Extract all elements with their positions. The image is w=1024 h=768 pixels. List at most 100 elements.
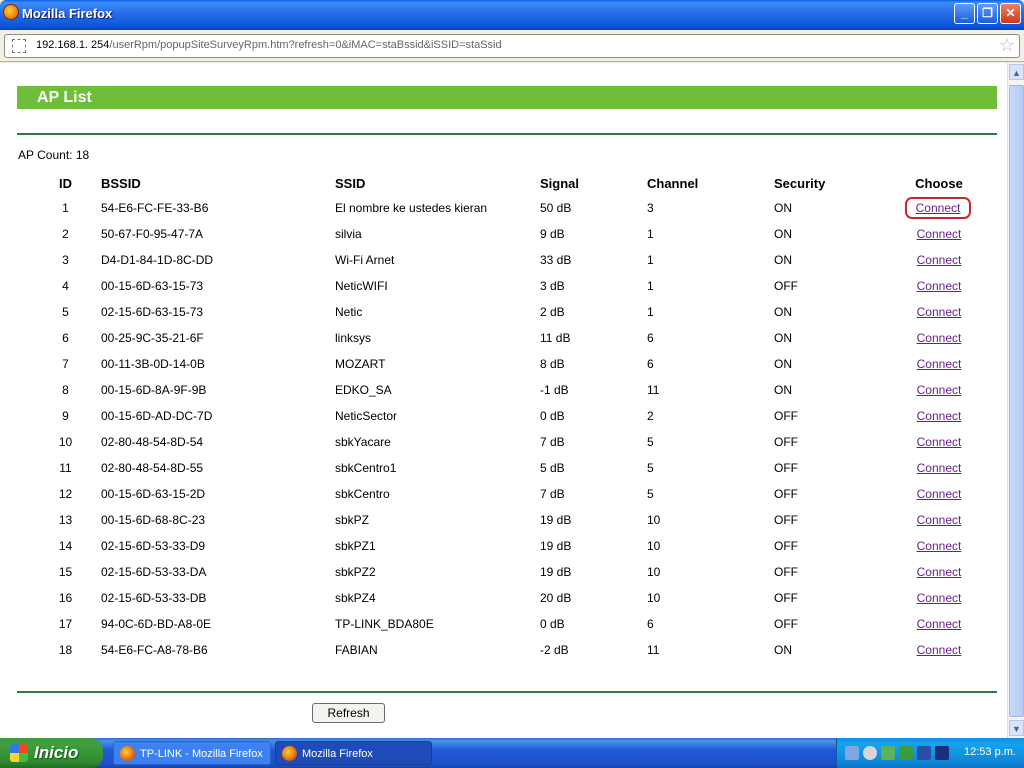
cell-bssid: 00-15-6D-63-15-2D <box>101 487 206 501</box>
cell-security: OFF <box>774 617 798 631</box>
system-tray: 12:53 p.m. <box>836 738 1024 768</box>
cell-id: 6 <box>62 331 69 345</box>
connect-link[interactable]: Connect <box>917 565 962 579</box>
cell-id: 5 <box>62 305 69 319</box>
table-row: 9 00-15-6D-AD-DC-7D NeticSector 0 dB 2 OFF Con… <box>30 403 984 429</box>
minimize-button[interactable]: _ <box>954 3 975 24</box>
table-row: 15 02-15-6D-53-33-DA sbkPZ2 19 dB 10 OFF Conne… <box>30 559 984 585</box>
network-icon[interactable] <box>845 746 859 760</box>
cell-id: 10 <box>58 435 73 449</box>
cell-choose: Connect <box>894 325 984 351</box>
antivirus-icon[interactable] <box>881 746 895 760</box>
cell-signal: 0 dB <box>540 617 565 631</box>
table-row: 8 00-15-6D-8A-9F-9B EDKO_SA -1 dB 11 ON Connec… <box>30 377 984 403</box>
connect-link[interactable]: Connect <box>917 279 962 293</box>
table-row: 4 00-15-6D-63-15-73 NeticWIFI 3 dB 1 OFF Conne… <box>30 273 984 299</box>
cell-signal: 3 dB <box>540 279 565 293</box>
firefox-icon <box>120 746 135 761</box>
connect-link[interactable]: Connect <box>917 409 962 423</box>
taskbar-item-firefox[interactable]: Mozilla Firefox <box>275 741 432 765</box>
connect-link[interactable]: Connect <box>917 487 962 501</box>
cell-security: ON <box>774 253 792 267</box>
cell-choose: Connect <box>894 403 984 429</box>
connect-link[interactable]: Connect <box>917 461 962 475</box>
connect-link[interactable]: Connect <box>917 643 962 657</box>
cell-id: 9 <box>62 409 69 423</box>
col-channel: Channel <box>647 175 699 191</box>
cell-ssid: Wi-Fi Arnet <box>335 253 395 267</box>
cell-signal: 19 dB <box>540 565 572 579</box>
col-security: Security <box>774 175 826 191</box>
cell-bssid: 00-15-6D-63-15-73 <box>101 279 204 293</box>
cell-ssid: sbkYacare <box>335 435 391 449</box>
connect-link[interactable]: Connect <box>917 227 962 241</box>
start-label: Inicio <box>34 743 79 762</box>
cell-choose: Connect <box>894 637 984 663</box>
cell-id: 17 <box>58 617 73 631</box>
scroll-down-icon[interactable]: ▼ <box>1009 720 1024 736</box>
window-titlebar[interactable]: Mozilla Firefox _ ❐ ✕ <box>0 0 1024 30</box>
connect-link[interactable]: Connect <box>917 305 962 319</box>
connect-link[interactable]: Connect <box>917 539 962 553</box>
firefox-icon <box>282 746 297 761</box>
firefox-icon <box>3 4 19 20</box>
cell-channel: 6 <box>647 617 654 631</box>
url-field[interactable]: 192.168.1. 254/userRpm/popupSiteSurveyRp… <box>4 34 1020 58</box>
cell-security: OFF <box>774 409 798 423</box>
cell-bssid: 00-15-6D-AD-DC-7D <box>101 409 213 423</box>
cell-id: 4 <box>62 279 69 293</box>
maximize-button[interactable]: ❐ <box>977 3 998 24</box>
cell-ssid: MOZART <box>335 357 386 371</box>
cell-ssid: linksys <box>335 331 372 345</box>
cell-channel: 11 <box>647 643 660 657</box>
cell-signal: 7 dB <box>540 435 565 449</box>
cell-id: 13 <box>58 513 73 527</box>
cell-choose: Connect <box>894 351 984 377</box>
table-row: 7 00-11-3B-0D-14-0B MOZART 8 dB 6 ON Connect <box>30 351 984 377</box>
tray-app-icon[interactable] <box>899 746 913 760</box>
connect-link[interactable]: Connect <box>917 435 962 449</box>
connect-link[interactable]: Connect <box>917 617 962 631</box>
refresh-button[interactable]: Refresh <box>312 703 385 723</box>
url-path: /userRpm/popupSiteSurveyRpm.htm?refresh=… <box>109 39 502 51</box>
cell-ssid: Netic <box>335 305 363 319</box>
cell-id: 12 <box>58 487 73 501</box>
vertical-scrollbar[interactable]: ▲ ▼ <box>1007 63 1024 738</box>
cell-channel: 1 <box>647 253 654 267</box>
cell-choose: Connect <box>894 273 984 299</box>
taskbar-item-tplink[interactable]: TP-LINK - Mozilla Firefox <box>113 741 271 765</box>
site-identity-icon[interactable] <box>12 39 26 53</box>
connect-link[interactable]: Connect <box>917 357 962 371</box>
table-row: 16 02-15-6D-53-33-DB sbkPZ4 20 dB 10 OFF Conne… <box>30 585 984 611</box>
cell-ssid: silvia <box>335 227 362 241</box>
close-button[interactable]: ✕ <box>1000 3 1021 24</box>
connect-link[interactable]: Connect <box>917 591 962 605</box>
cell-choose: Connect <box>894 585 984 611</box>
cell-choose: Connect <box>894 299 984 325</box>
table-row: 6 00-25-9C-35-21-6F linksys 11 dB 6 ON Connect <box>30 325 984 351</box>
cell-security: OFF <box>774 565 798 579</box>
cell-security: ON <box>774 383 792 397</box>
cell-signal: 50 dB <box>540 201 572 215</box>
scroll-thumb[interactable] <box>1009 85 1024 717</box>
cell-id: 15 <box>58 565 73 579</box>
scroll-up-icon[interactable]: ▲ <box>1009 64 1024 80</box>
cell-signal: 19 dB <box>540 513 572 527</box>
table-row: 10 02-80-48-54-8D-54 sbkYacare 7 dB 5 OFF Conn… <box>30 429 984 455</box>
cell-channel: 10 <box>647 565 661 579</box>
wifi-icon[interactable] <box>917 746 931 760</box>
start-button[interactable]: Inicio <box>0 738 103 768</box>
cell-channel: 6 <box>647 357 654 371</box>
audio-icon[interactable] <box>863 746 877 760</box>
connect-link[interactable]: Connect <box>917 331 962 345</box>
connect-link[interactable]: Connect <box>917 513 962 527</box>
address-bar: 192.168.1. 254/userRpm/popupSiteSurveyRp… <box>0 30 1024 62</box>
connect-link[interactable]: Connect <box>917 253 962 267</box>
cell-security: ON <box>774 643 792 657</box>
connect-link[interactable]: Connect <box>904 197 972 219</box>
cell-bssid: 02-80-48-54-8D-55 <box>101 461 204 475</box>
connect-link[interactable]: Connect <box>917 383 962 397</box>
bookmark-star-icon[interactable]: ☆ <box>999 35 1015 56</box>
display-icon[interactable] <box>935 746 949 760</box>
table-row: 1 54-E6-FC-FE-33-B6 El nombre ke ustedes k… <box>30 195 984 221</box>
